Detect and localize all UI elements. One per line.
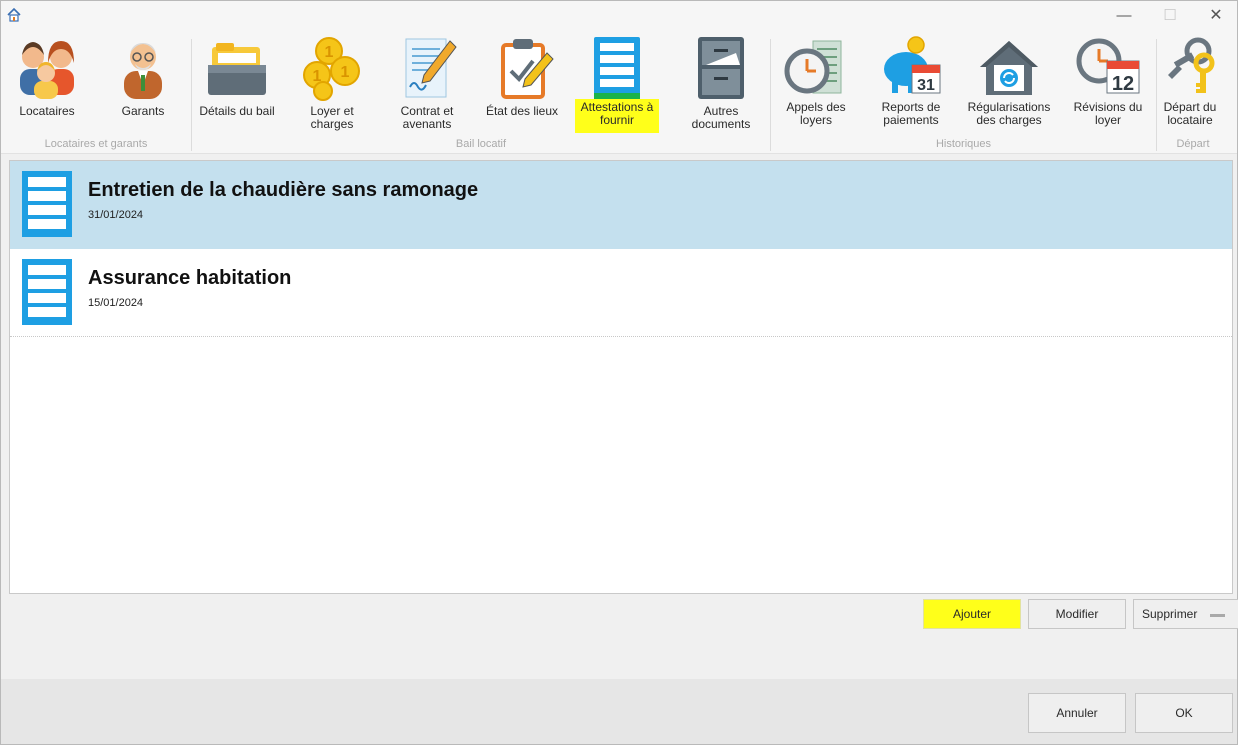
ribbon-label: Détails du bail [199,104,275,118]
ribbon-label: Départ du locataire [1163,100,1217,127]
ribbon-separator [770,39,771,151]
ok-button[interactable]: OK [1135,693,1233,733]
attestation-date: 31/01/2024 [88,209,144,221]
maximize-button[interactable]: ☐ [1147,1,1193,29]
ribbon-label: Reports de paiements [881,100,941,127]
title-bar: — ☐ ✕ [1,1,1237,29]
ribbon-button-etat-lieux[interactable]: État des lieux [479,35,565,135]
ribbon-button-loyer-charges[interactable]: 1 1 1 Loyer et charges [296,35,368,135]
ribbon-group-label: Bail locatif [455,138,507,150]
ribbon-button-revisions-loyer[interactable]: 12 Révisions du loyer [1069,35,1147,135]
checklist-icon [501,39,554,99]
ribbon-group-label: Locataires et garants [44,138,148,150]
ribbon-button-depart-locataire[interactable]: Départ du locataire [1158,35,1222,135]
ribbon-separator [191,39,192,151]
list-item[interactable]: Assurance habitation 15/01/2024 [10,249,1232,337]
attestation-title: Assurance habitation [88,267,292,289]
folder-icon [208,43,266,95]
house-regularization-icon [980,41,1038,95]
ribbon-button-garants[interactable]: Garants [107,35,179,135]
attestation-icon [22,259,72,325]
ribbon-button-reports-paiements[interactable]: 31 Reports de paiements [872,35,950,135]
ribbon-button-appels-loyers[interactable]: Appels des loyers [779,35,853,135]
dialog-window: — ☐ ✕ Locataires Garants Détails du bail… [0,0,1238,745]
keys-icon [1168,37,1215,93]
ribbon-border [1,153,1237,154]
cancel-button[interactable]: Annuler [1028,693,1126,733]
piggy-calendar-icon: 31 [884,36,941,94]
ribbon-label: Révisions du loyer [1073,100,1143,127]
ribbon-button-regularisations[interactable]: Régularisations des charges [962,35,1056,135]
calendar-day-text: 31 [917,77,935,94]
delete-label: Supprimer [1142,607,1198,621]
ribbon-toolbar: Locataires Garants Détails du bail 1 1 1… [1,29,1237,153]
ribbon-button-contrat-avenants[interactable]: Contrat et avenants [391,35,463,135]
ribbon-label: État des lieux [485,104,559,118]
coins-icon: 1 1 1 [303,37,360,101]
svg-text:1: 1 [341,64,350,81]
attestation-title: Entretien de la chaudière sans ramonage [88,179,479,201]
delete-button[interactable]: Supprimer [1133,599,1238,629]
attestation-date: 15/01/2024 [88,297,144,309]
row-divider [10,336,1232,337]
ribbon-label: Appels des loyers [786,100,846,127]
tenants-icon [20,41,74,99]
svg-text:1: 1 [325,44,334,61]
contract-icon [405,38,457,98]
ribbon-button-details-bail[interactable]: Détails du bail [196,35,278,135]
add-button[interactable]: Ajouter [923,599,1021,629]
attestation-icon [594,37,640,99]
ribbon-group-label: Historiques [935,138,992,150]
ribbon-label: Loyer et charges [310,104,354,131]
minus-icon [1210,614,1225,617]
ribbon-button-attestations[interactable]: Attestations à fournir [570,35,664,135]
ribbon-button-locataires[interactable]: Locataires [11,35,83,135]
house-icon [7,7,21,22]
ribbon-label: Attestations à fournir [574,99,660,133]
close-button[interactable]: ✕ [1193,1,1238,29]
ribbon-label: Garants [121,104,165,118]
ribbon-button-autres-documents[interactable]: Autres documents [685,35,757,135]
clock-calendar-icon: 12 [1076,38,1140,95]
ribbon-label: Régularisations des charges [967,100,1051,127]
attestation-icon [22,171,72,237]
rent-call-icon [784,40,842,94]
ribbon-group-label: Départ [1176,138,1210,150]
cabinet-icon [698,37,744,99]
ribbon-label: Autres documents [691,104,751,131]
attestation-list[interactable]: Entretien de la chaudière sans ramonage … [9,160,1233,594]
ribbon-label: Locataires [19,104,75,118]
calendar-day-text: 12 [1112,73,1134,95]
list-item[interactable]: Entretien de la chaudière sans ramonage … [10,161,1232,249]
ribbon-label: Contrat et avenants [400,104,454,131]
edit-button[interactable]: Modifier [1028,599,1126,629]
guarantor-icon [124,43,162,99]
minimize-button[interactable]: — [1101,1,1147,29]
